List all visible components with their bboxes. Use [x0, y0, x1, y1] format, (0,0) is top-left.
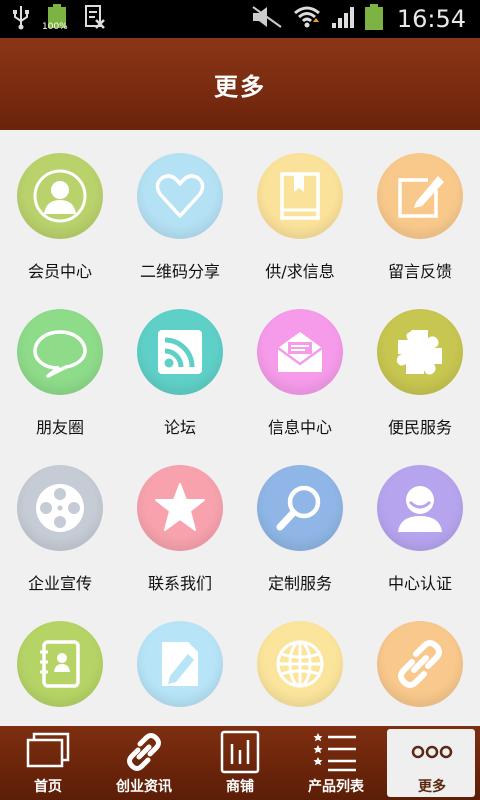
tab-label: 首页: [34, 779, 62, 795]
qr-share-button[interactable]: [137, 153, 223, 239]
book-icon: [280, 172, 320, 220]
mute-icon: [251, 5, 283, 33]
grid-item-website[interactable]: [240, 598, 360, 726]
grid-item-label: 信息中心: [267, 418, 332, 437]
grid-item-document[interactable]: [120, 598, 240, 726]
grid-item-label: 定制服务: [267, 574, 332, 593]
link-icon: [127, 733, 161, 771]
battery-percent: 100%: [42, 22, 68, 32]
tab-shops[interactable]: 商铺: [192, 726, 288, 800]
grid-item-address-book[interactable]: [0, 598, 120, 726]
battery-icon: [364, 4, 383, 34]
tab-label: 更多: [418, 779, 446, 795]
supply-demand-button[interactable]: [257, 153, 343, 239]
feedback-button[interactable]: [377, 153, 463, 239]
forum-button[interactable]: [137, 309, 223, 395]
rss-icon: [158, 330, 202, 374]
grid-item-feedback[interactable]: 留言反馈: [360, 130, 480, 286]
list-icon: [313, 733, 356, 772]
puzzle-icon: [396, 330, 442, 375]
tab-startup-news[interactable]: 创业资讯: [96, 726, 192, 800]
grid-item-label: 论坛: [163, 418, 196, 437]
star-icon: [155, 483, 205, 531]
info-center-button[interactable]: [257, 309, 343, 395]
app-header: 更多: [0, 38, 480, 130]
grid-item-label: 朋友圈: [35, 418, 84, 437]
film-reel-icon: [36, 484, 84, 532]
page-title: 更多: [214, 72, 266, 101]
document-icon: [84, 4, 106, 34]
tab-product-list[interactable]: 产品列表: [288, 726, 384, 800]
grid-item-label: 联系我们: [147, 574, 212, 593]
link-icon: [398, 640, 442, 688]
grid-item-links[interactable]: [360, 598, 480, 726]
usb-icon: [12, 4, 30, 34]
grid-item-contact-us[interactable]: 联系我们: [120, 442, 240, 598]
grid-item-moments[interactable]: 朋友圈: [0, 286, 120, 442]
grid-item-label: 留言反馈: [387, 262, 452, 281]
signal-icon: [331, 5, 355, 33]
grid-item-info-center[interactable]: 信息中心: [240, 286, 360, 442]
bar-chart-icon: [220, 730, 260, 774]
grid-item-label: 二维码分享: [139, 262, 220, 281]
more-dots-icon: [411, 745, 453, 759]
tab-label: 产品列表: [308, 779, 364, 795]
website-button[interactable]: [257, 621, 343, 707]
grid-item-convenience[interactable]: 便民服务: [360, 286, 480, 442]
grid-item-label: 便民服务: [387, 418, 452, 437]
magnifier-icon: [276, 485, 321, 531]
profile-icon: [398, 486, 442, 532]
document-button[interactable]: [137, 621, 223, 707]
battery-full-icon: 100%: [42, 4, 70, 34]
custom-service-button[interactable]: [257, 465, 343, 551]
grid-item-supply-demand[interactable]: 供/求信息: [240, 130, 360, 286]
grid-item-custom-service[interactable]: 定制服务: [240, 442, 360, 598]
grid-item-label: 企业宣传: [27, 574, 92, 593]
clock: 16:54: [396, 5, 466, 33]
member-center-button[interactable]: [17, 153, 103, 239]
grid-item-certification[interactable]: 中心认证: [360, 442, 480, 598]
status-bar: 100% 16:54: [0, 0, 480, 38]
speech-bubble-icon: [33, 330, 87, 378]
windows-icon: [26, 732, 70, 768]
moments-button[interactable]: [17, 309, 103, 395]
wifi-icon: [293, 4, 321, 34]
grid-item-member-center[interactable]: 会员中心: [0, 130, 120, 286]
user-icon: [33, 169, 87, 223]
certification-button[interactable]: [377, 465, 463, 551]
grid-item-qr-share[interactable]: 二维码分享: [120, 130, 240, 286]
promotion-button[interactable]: [17, 465, 103, 551]
links-button[interactable]: [377, 621, 463, 707]
convenience-button[interactable]: [377, 309, 463, 395]
contact-us-button[interactable]: [137, 465, 223, 551]
grid-item-forum[interactable]: 论坛: [120, 286, 240, 442]
tab-label: 商铺: [226, 779, 254, 795]
grid-item-label: 供/求信息: [265, 262, 335, 281]
address-book-button[interactable]: [17, 621, 103, 707]
grid-item-promotion[interactable]: 企业宣传: [0, 442, 120, 598]
envelope-icon: [277, 332, 323, 372]
document-edit-icon: [162, 642, 198, 686]
bottom-tab-bar: 首页 创业资讯 商铺 产品列表 更多: [0, 726, 480, 800]
tab-more[interactable]: 更多: [384, 726, 480, 800]
grid-item-label: 中心认证: [387, 574, 452, 593]
feature-grid: 会员中心 二维码分享 供/求信息 留言反馈 朋友圈 论坛 信息中心 便民服务 企…: [0, 130, 480, 726]
address-book-icon: [40, 640, 80, 688]
pencil-note-icon: [398, 176, 444, 218]
grid-item-label: 会员中心: [27, 262, 92, 281]
tab-label: 创业资讯: [116, 779, 172, 795]
globe-icon: [276, 640, 324, 688]
tab-home[interactable]: 首页: [0, 726, 96, 800]
heart-icon: [155, 174, 205, 218]
